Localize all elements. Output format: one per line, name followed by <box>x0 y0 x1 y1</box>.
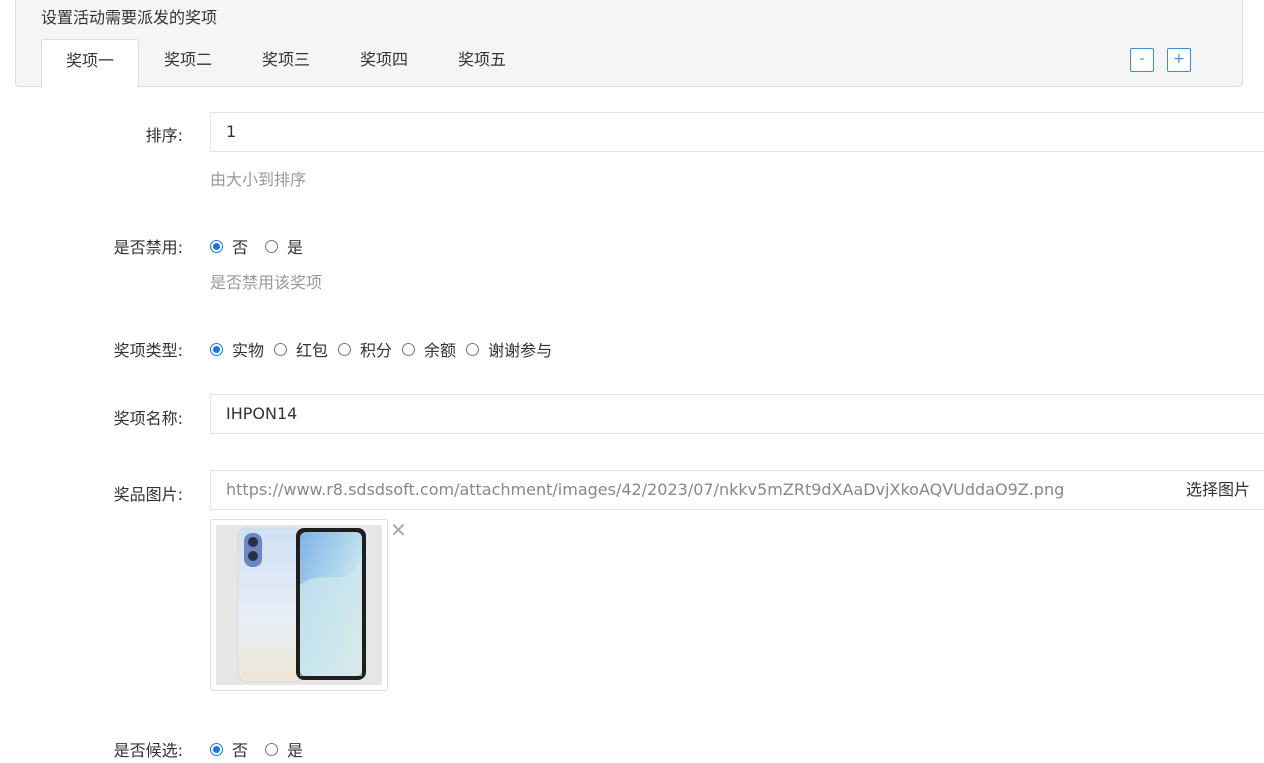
radio-button[interactable] <box>274 342 288 356</box>
radio-label: 否 <box>232 741 249 760</box>
radio-label: 是 <box>287 238 304 257</box>
tab-prize-3[interactable]: 奖项三 <box>237 39 335 88</box>
prize-image-url-input[interactable]: https://www.r8.sdsdsoft.com/attachment/i… <box>210 470 1172 510</box>
sort-help: 由大小到排序 <box>210 170 307 189</box>
tab-prize-1[interactable]: 奖项一 <box>41 39 139 88</box>
radio-button[interactable] <box>338 342 352 356</box>
sort-input[interactable]: 1 <box>210 112 1264 152</box>
radio-button[interactable] <box>210 342 223 356</box>
radio-label: 是 <box>287 741 304 760</box>
prize-tabs-panel: 设置活动需要派发的奖项 奖项一 奖项二 奖项三 奖项四 奖项五 - + <box>15 0 1243 88</box>
prize-type-option-balance[interactable]: 余额 <box>402 337 456 361</box>
choose-image-button[interactable]: 选择图片 <box>1171 470 1264 510</box>
tab-prize-5[interactable]: 奖项五 <box>433 39 531 88</box>
prize-type-label: 奖项类型: <box>113 341 183 360</box>
phone-image <box>216 525 382 685</box>
add-prize-button[interactable]: + <box>1167 48 1191 72</box>
candidate-option-yes[interactable]: 是 <box>265 737 303 761</box>
prize-name-label: 奖项名称: <box>113 409 183 428</box>
radio-button[interactable] <box>265 239 279 253</box>
radio-label: 积分 <box>360 341 393 360</box>
disabled-help: 是否禁用该奖项 <box>210 273 323 292</box>
prize-image-label: 奖品图片: <box>113 485 183 504</box>
prize-type-option-physical[interactable]: 实物 <box>210 337 264 361</box>
prize-type-radio-group: 实物 红包 积分 余额 谢谢参与 <box>210 337 569 361</box>
radio-label: 红包 <box>296 341 329 360</box>
radio-button[interactable] <box>210 742 223 756</box>
prize-name-input[interactable]: IHPON14 <box>210 394 1264 434</box>
prize-type-option-points[interactable]: 积分 <box>338 337 392 361</box>
disabled-option-no[interactable]: 否 <box>210 234 248 258</box>
disabled-option-yes[interactable]: 是 <box>265 234 303 258</box>
candidate-option-no[interactable]: 否 <box>210 737 248 761</box>
phone-illustration <box>237 527 366 683</box>
radio-label: 否 <box>232 238 249 257</box>
radio-button[interactable] <box>210 239 223 253</box>
panel-title: 设置活动需要派发的奖项 <box>41 8 218 27</box>
sort-label: 排序: <box>145 126 183 145</box>
remove-prize-button[interactable]: - <box>1130 48 1154 72</box>
prize-type-option-redpacket[interactable]: 红包 <box>274 337 328 361</box>
disabled-radio-group: 否 是 <box>210 234 320 258</box>
disabled-label: 是否禁用: <box>113 238 183 257</box>
radio-button[interactable] <box>265 742 279 756</box>
prize-image-thumbnail[interactable] <box>210 519 388 691</box>
radio-label: 实物 <box>232 341 265 360</box>
tab-prize-4[interactable]: 奖项四 <box>335 39 433 88</box>
radio-button[interactable] <box>402 342 416 356</box>
candidate-radio-group: 否 是 <box>210 737 320 761</box>
radio-button[interactable] <box>466 342 480 356</box>
candidate-label: 是否候选: <box>113 741 183 760</box>
tab-prize-2[interactable]: 奖项二 <box>139 39 237 88</box>
radio-label: 余额 <box>424 341 457 360</box>
prize-type-option-thanks[interactable]: 谢谢参与 <box>466 337 552 361</box>
radio-label: 谢谢参与 <box>488 341 553 360</box>
close-icon[interactable]: ✕ <box>390 520 407 540</box>
